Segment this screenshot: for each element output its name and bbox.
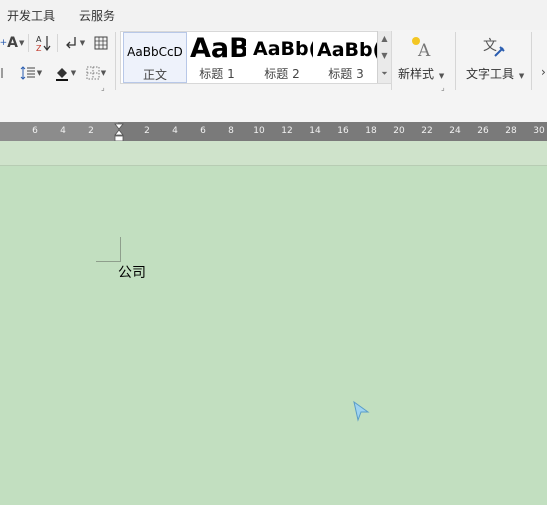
indent-marker-icon[interactable]: [114, 123, 124, 143]
ruler-tick-label: 8: [228, 126, 234, 136]
overflow-button[interactable]: ›: [541, 65, 547, 79]
bar-icon: [1, 68, 3, 78]
dialog-launcher-icon[interactable]: ⌟: [441, 83, 445, 92]
svg-text:A: A: [36, 35, 42, 44]
svg-text:A: A: [417, 41, 431, 59]
gallery-scroll-up-button[interactable]: ▲: [378, 31, 391, 47]
chevron-right-icon: ›: [541, 65, 546, 79]
ruler-tick-label: 20: [393, 126, 405, 136]
grow-font-button[interactable]: + A ▼: [0, 33, 25, 53]
superscript-plus-icon: +: [0, 38, 8, 48]
sort-button[interactable]: A Z: [33, 33, 55, 53]
svg-text:Z: Z: [36, 44, 42, 52]
return-arrow-icon: [65, 37, 76, 49]
new-style-icon: A: [412, 37, 431, 59]
ruler-tick-label: 14: [309, 126, 321, 136]
style-heading-2[interactable]: AaBb( 标题 2: [251, 32, 313, 83]
style-normal[interactable]: AaBbCcD 正文: [123, 32, 187, 83]
style-heading-3[interactable]: AaBb( 标题 3: [315, 32, 377, 83]
style-gallery-scrollbar: ▲ ▼ ⏷: [377, 31, 391, 83]
chevron-down-icon: ▼: [100, 69, 107, 77]
paragraph-mark-button[interactable]: ▼: [62, 33, 88, 53]
chevron-down-icon: ▼: [70, 69, 77, 77]
ribbon-footer: [0, 94, 547, 122]
ruler-tick-label: 10: [253, 126, 265, 136]
ruler-tick-label: 4: [172, 126, 178, 136]
ruler-tick-label: 24: [449, 126, 461, 136]
horizontal-ruler[interactable]: 6 4 2 2 4 6 8 10 12 14 16 18 20 22 24 26 28 30: [0, 122, 547, 141]
border-icon: [86, 66, 100, 80]
ruler-tick-label: 4: [60, 126, 66, 136]
align-edge-button[interactable]: [0, 63, 6, 83]
paint-bucket-icon: [55, 68, 68, 81]
ruler-tick-label: 30: [533, 126, 545, 136]
table-button[interactable]: [92, 33, 110, 53]
ruler-tick-label: 6: [200, 126, 206, 136]
chevron-down-icon: ▼: [518, 72, 525, 80]
divider: [531, 32, 532, 90]
style-heading-1[interactable]: AaB 标题 1: [188, 32, 246, 83]
ruler-margin-area: [0, 122, 118, 141]
ruler-tick-label: 12: [281, 126, 293, 136]
gallery-expand-button[interactable]: ⏷: [378, 66, 391, 82]
page-margin-corner: [96, 237, 121, 262]
table-icon: [94, 36, 108, 50]
document-top-edge: [0, 141, 547, 166]
menu-bar: 开发工具 云服务: [0, 0, 547, 30]
menu-cloud-services[interactable]: 云服务: [79, 7, 115, 24]
chevron-up-icon: ▲: [381, 34, 388, 43]
text-tools-button[interactable]: 文 文字工具 ▼: [462, 32, 526, 88]
document-text[interactable]: 公司: [118, 262, 146, 282]
line-spacing-button[interactable]: ▼: [16, 63, 46, 83]
shading-button[interactable]: ▼: [50, 63, 80, 83]
gallery-scroll-down-button[interactable]: ▼: [378, 48, 391, 64]
document-canvas[interactable]: [0, 166, 547, 505]
ruler-tick-label: 22: [421, 126, 433, 136]
new-style-label: 新样式: [398, 67, 435, 81]
chevron-down-icon: ▼: [438, 72, 445, 80]
divider: [455, 32, 456, 90]
menu-developer-tools[interactable]: 开发工具: [7, 7, 55, 24]
ruler-tick-label: 28: [505, 126, 517, 136]
line-spacing-icon: [20, 66, 35, 80]
ruler-tick-label: 2: [144, 126, 150, 136]
chevron-down-icon: ▼: [381, 51, 388, 60]
new-style-button[interactable]: A 新样式 ▼: [396, 32, 446, 88]
mouse-pointer-icon: [353, 400, 370, 422]
text-tools-icon: 文: [483, 38, 505, 57]
chevron-down-icon: ▼: [36, 69, 43, 77]
sort-icon: A Z: [36, 35, 51, 52]
text-tools-label: 文字工具: [466, 67, 515, 81]
dialog-launcher-icon[interactable]: ⌟: [101, 83, 105, 92]
divider: [115, 32, 116, 90]
chevron-down-icon: ▼: [79, 39, 86, 47]
divider: [28, 34, 29, 52]
ruler-tick-label: 18: [365, 126, 377, 136]
border-button[interactable]: ▼: [82, 63, 110, 83]
expand-more-icon: ⏷: [381, 69, 388, 78]
ruler-tick-label: 16: [337, 126, 349, 136]
style-gallery: AaBbCcD 正文 AaB 标题 1 AaBb( 标题 2 AaBb( 标题 …: [120, 31, 392, 84]
divider: [57, 34, 58, 52]
chevron-down-icon: ▼: [19, 39, 25, 47]
ruler-tick-label: 6: [32, 126, 38, 136]
svg-text:文: 文: [483, 38, 497, 54]
ruler-tick-label: 26: [477, 126, 489, 136]
ruler-tick-label: 2: [88, 126, 94, 136]
